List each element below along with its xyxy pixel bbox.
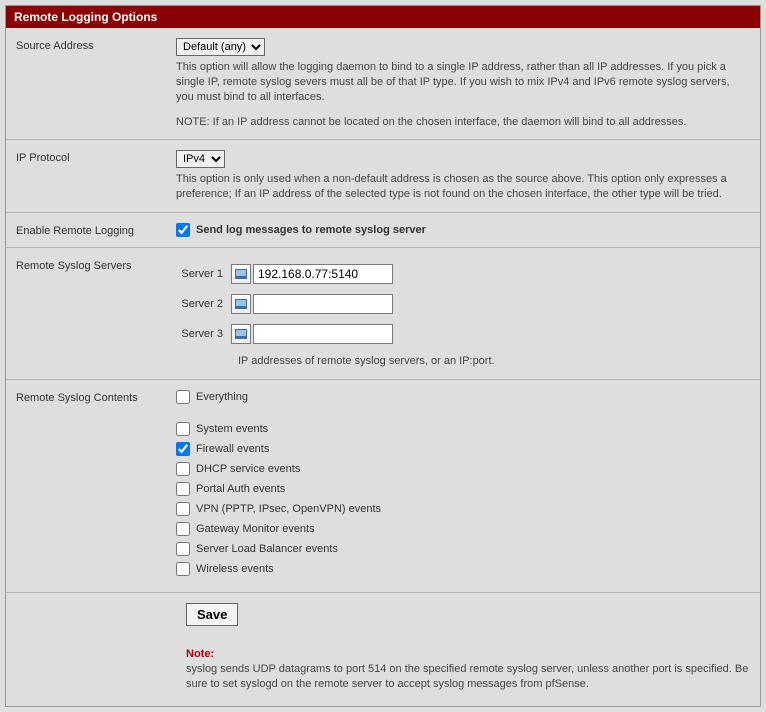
server-icon (231, 294, 251, 314)
panel-title: Remote Logging Options (6, 6, 760, 28)
row-source-address: Source Address Default (any) This option… (6, 28, 760, 140)
contents-checkbox[interactable] (176, 442, 190, 456)
server-row-2: Server 2 (176, 294, 750, 314)
row-syslog-servers: Remote Syslog Servers Server 1 Server 2 … (6, 248, 760, 380)
server-3-input[interactable] (253, 324, 393, 344)
server-icon (231, 264, 251, 284)
contents-checkbox[interactable] (176, 422, 190, 436)
label-syslog-servers: Remote Syslog Servers (16, 258, 176, 369)
row-enable-remote: Enable Remote Logging Send log messages … (6, 213, 760, 248)
contents-item-label: Gateway Monitor events (196, 523, 315, 535)
ip-protocol-select[interactable]: IPv4 (176, 150, 225, 168)
contents-checkbox[interactable] (176, 562, 190, 576)
label-source-address: Source Address (16, 38, 176, 129)
enable-remote-checkbox[interactable] (176, 223, 190, 237)
contents-item-label: System events (196, 423, 268, 435)
note-body: syslog sends UDP datagrams to port 514 o… (186, 662, 750, 692)
servers-hint: IP addresses of remote syslog servers, o… (238, 354, 750, 369)
contents-item-label: Server Load Balancer events (196, 543, 338, 555)
server-2-label: Server 2 (176, 298, 231, 310)
label-ip-protocol: IP Protocol (16, 150, 176, 202)
row-ip-protocol: IP Protocol IPv4 This option is only use… (6, 140, 760, 213)
label-syslog-contents: Remote Syslog Contents (16, 390, 176, 582)
server-3-label: Server 3 (176, 328, 231, 340)
server-1-input[interactable] (253, 264, 393, 284)
server-row-1: Server 1 (176, 264, 750, 284)
contents-checkbox[interactable] (176, 462, 190, 476)
contents-item-label: DHCP service events (196, 463, 300, 475)
footer-section: Save Note: syslog sends UDP datagrams to… (6, 593, 760, 706)
note-title: Note: (186, 648, 750, 660)
label-enable-remote: Enable Remote Logging (16, 223, 176, 237)
save-button[interactable]: Save (186, 603, 238, 626)
ip-protocol-desc: This option is only used when a non-defa… (176, 172, 750, 202)
server-icon (231, 324, 251, 344)
server-2-input[interactable] (253, 294, 393, 314)
source-address-select[interactable]: Default (any) (176, 38, 265, 56)
contents-checkbox[interactable] (176, 522, 190, 536)
remote-logging-panel: Remote Logging Options Source Address De… (5, 5, 761, 707)
contents-checkbox[interactable] (176, 542, 190, 556)
contents-item-label: VPN (PPTP, IPsec, OpenVPN) events (196, 503, 381, 515)
server-1-label: Server 1 (176, 268, 231, 280)
source-address-desc2: NOTE: If an IP address cannot be located… (176, 115, 750, 130)
contents-item-label: Wireless events (196, 563, 274, 575)
contents-item-label: Portal Auth events (196, 483, 285, 495)
contents-checkbox[interactable] (176, 482, 190, 496)
enable-remote-text: Send log messages to remote syslog serve… (196, 224, 426, 236)
server-row-3: Server 3 (176, 324, 750, 344)
contents-item-label: Firewall events (196, 443, 269, 455)
contents-checkbox[interactable] (176, 390, 190, 404)
source-address-desc1: This option will allow the logging daemo… (176, 60, 750, 105)
contents-item-label: Everything (196, 391, 248, 403)
contents-checkbox[interactable] (176, 502, 190, 516)
row-syslog-contents: Remote Syslog Contents Everything System … (6, 380, 760, 593)
